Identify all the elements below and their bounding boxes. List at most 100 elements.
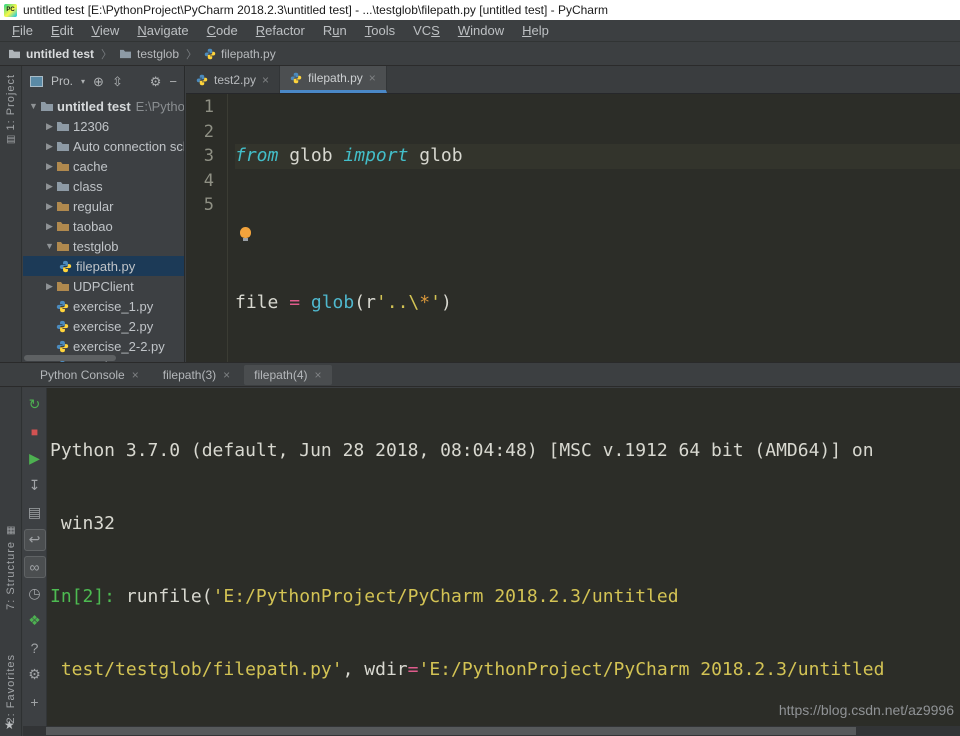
close-icon[interactable] xyxy=(369,71,376,85)
breadcrumb-separator: 〉 xyxy=(101,46,112,62)
locate-file-icon[interactable]: ⊕ xyxy=(93,75,104,88)
folder-icon xyxy=(56,160,73,172)
tool-window-button-project[interactable]: 1: Project ▤ xyxy=(0,74,22,145)
close-icon[interactable] xyxy=(223,368,230,382)
chevron-right-icon[interactable] xyxy=(43,181,56,192)
tree-item-exercise-2-2[interactable]: exercise_2-2.py xyxy=(23,336,184,356)
favorites-star-icon[interactable]: ★ xyxy=(4,718,15,732)
chevron-right-icon[interactable] xyxy=(43,161,56,172)
tree-item-class[interactable]: class xyxy=(23,176,184,196)
project-tree: untitled test E:\PythonP 12306 Auto conn… xyxy=(23,96,184,362)
chevron-down-icon[interactable] xyxy=(43,241,56,251)
close-icon[interactable] xyxy=(132,368,139,382)
menu-run[interactable]: Run xyxy=(314,23,356,38)
run-icon[interactable]: ▶ xyxy=(24,445,46,472)
tree-item-regular[interactable]: regular xyxy=(23,196,184,216)
chevron-right-icon[interactable] xyxy=(43,141,56,152)
menu-tools[interactable]: Tools xyxy=(356,23,404,38)
tree-item-udpclient[interactable]: UDPClient xyxy=(23,276,184,296)
tab-filepath-3[interactable]: filepath(3) xyxy=(153,365,240,385)
horizontal-scrollbar[interactable] xyxy=(23,726,960,736)
python-file-icon xyxy=(204,48,216,60)
chevron-right-icon[interactable] xyxy=(43,281,56,292)
hide-panel-icon[interactable]: − xyxy=(169,75,177,88)
line-number-gutter: 1 2 3 4 5 xyxy=(186,94,228,362)
breadcrumb-untitled-test[interactable]: untitled test xyxy=(8,47,94,61)
soft-wrap-icon[interactable]: ↩ xyxy=(24,529,46,551)
chevron-right-icon[interactable] xyxy=(43,121,56,132)
folder-icon xyxy=(56,240,73,252)
scrollbar-thumb[interactable] xyxy=(46,727,856,735)
breadcrumb-testglob[interactable]: testglob xyxy=(119,47,179,61)
console-line: Python 3.7.0 (default, Jun 28 2018, 08:0… xyxy=(47,439,960,463)
code-line-1: from glob import glob xyxy=(235,144,960,169)
tool-window-button-structure[interactable]: ▦ 7: Structure xyxy=(0,526,22,610)
chevron-down-icon[interactable]: ▾ xyxy=(81,77,85,86)
chevron-down-icon[interactable] xyxy=(27,101,40,111)
tree-item-12306[interactable]: 12306 xyxy=(23,116,184,136)
folder-icon xyxy=(56,200,73,212)
gear-icon[interactable]: ⚙ xyxy=(150,75,162,88)
tree-item-cache[interactable]: cache xyxy=(23,156,184,176)
console-toolbar: ↻ ■ ▶ ↧ ▤ ↩ ∞ ◷ ❖ ? ⚙ + xyxy=(23,388,47,726)
breadcrumb-filepath[interactable]: filepath.py xyxy=(204,47,276,61)
console-output[interactable]: Python 3.7.0 (default, Jun 28 2018, 08:0… xyxy=(47,388,960,726)
help-icon[interactable]: ? xyxy=(24,634,46,661)
tool-window-button-favorites[interactable]: 2: Favorites xyxy=(0,654,22,723)
python-file-icon xyxy=(56,300,73,313)
menu-edit[interactable]: Edit xyxy=(42,23,82,38)
code-line-2 xyxy=(235,218,960,243)
menu-navigate[interactable]: Navigate xyxy=(128,23,197,38)
menu-vcs[interactable]: VCS xyxy=(404,23,449,38)
intention-lightbulb-icon[interactable] xyxy=(240,227,251,238)
tree-horizontal-scrollbar[interactable] xyxy=(24,355,116,361)
packages-icon[interactable]: ❖ xyxy=(24,607,46,634)
stop-icon[interactable]: ■ xyxy=(24,418,46,445)
print-icon[interactable]: ▤ xyxy=(24,499,46,526)
menu-code[interactable]: Code xyxy=(198,23,247,38)
menu-view[interactable]: View xyxy=(82,23,128,38)
project-panel: Pro. ▾ ⊕ ⇳ ⚙ − untitled test E:\PythonP … xyxy=(23,66,185,362)
project-view-selector[interactable]: Pro. xyxy=(51,74,73,88)
tab-filepath[interactable]: filepath.py xyxy=(280,66,387,93)
tree-item-root[interactable]: untitled test E:\PythonP xyxy=(23,96,184,116)
menu-window[interactable]: Window xyxy=(449,23,513,38)
python-file-icon xyxy=(56,320,73,333)
tree-item-filepath-selected[interactable]: filepath.py xyxy=(23,256,184,276)
menu-refactor[interactable]: Refactor xyxy=(247,23,314,38)
new-console-icon[interactable]: + xyxy=(24,688,46,715)
history-icon[interactable]: ◷ xyxy=(24,580,46,607)
tab-python-console[interactable]: Python Console xyxy=(30,365,149,385)
console-line: test/testglob/filepath.py', wdir='E:/Pyt… xyxy=(47,658,960,682)
tab-filepath-4[interactable]: filepath(4) xyxy=(244,365,331,385)
code-editor[interactable]: 1 2 3 4 5 from glob import glob file = g… xyxy=(186,94,960,362)
close-icon[interactable] xyxy=(262,73,269,87)
tree-item-auto-connection[interactable]: Auto connection sch xyxy=(23,136,184,156)
menu-help[interactable]: Help xyxy=(513,23,558,38)
show-variables-icon[interactable]: ∞ xyxy=(24,556,46,578)
tree-item-exercise-2[interactable]: exercise_2.py xyxy=(23,316,184,336)
menu-file[interactable]: File xyxy=(3,23,42,38)
tree-item-exercise-1[interactable]: exercise_1.py xyxy=(23,296,184,316)
folder-icon xyxy=(56,180,73,192)
pycharm-logo-icon: PC xyxy=(4,4,17,17)
titlebar: PC untitled test [E:\PythonProject\PyCha… xyxy=(0,0,960,20)
settings-icon[interactable]: ⚙ xyxy=(24,661,46,688)
chevron-right-icon[interactable] xyxy=(43,201,56,212)
python-file-icon xyxy=(59,260,76,273)
close-icon[interactable] xyxy=(315,368,322,382)
editor-tab-bar: test2.py filepath.py xyxy=(186,66,960,94)
structure-tool-icon: ▦ xyxy=(6,526,15,536)
tree-item-testglob[interactable]: testglob xyxy=(23,236,184,256)
project-panel-header: Pro. ▾ ⊕ ⇳ ⚙ − xyxy=(23,66,184,96)
execute-statement-icon[interactable]: ↧ xyxy=(24,472,46,499)
folder-icon xyxy=(56,120,73,132)
tab-test2[interactable]: test2.py xyxy=(186,66,280,93)
editor-area: test2.py filepath.py 1 2 3 4 5 from glob… xyxy=(186,66,960,362)
code-area[interactable]: from glob import glob file = glob(r'..\*… xyxy=(228,94,960,362)
tree-item-taobao[interactable]: taobao xyxy=(23,216,184,236)
collapse-all-icon[interactable]: ⇳ xyxy=(112,75,123,88)
folder-icon xyxy=(8,48,21,59)
chevron-right-icon[interactable] xyxy=(43,221,56,232)
rerun-icon[interactable]: ↻ xyxy=(24,391,46,418)
